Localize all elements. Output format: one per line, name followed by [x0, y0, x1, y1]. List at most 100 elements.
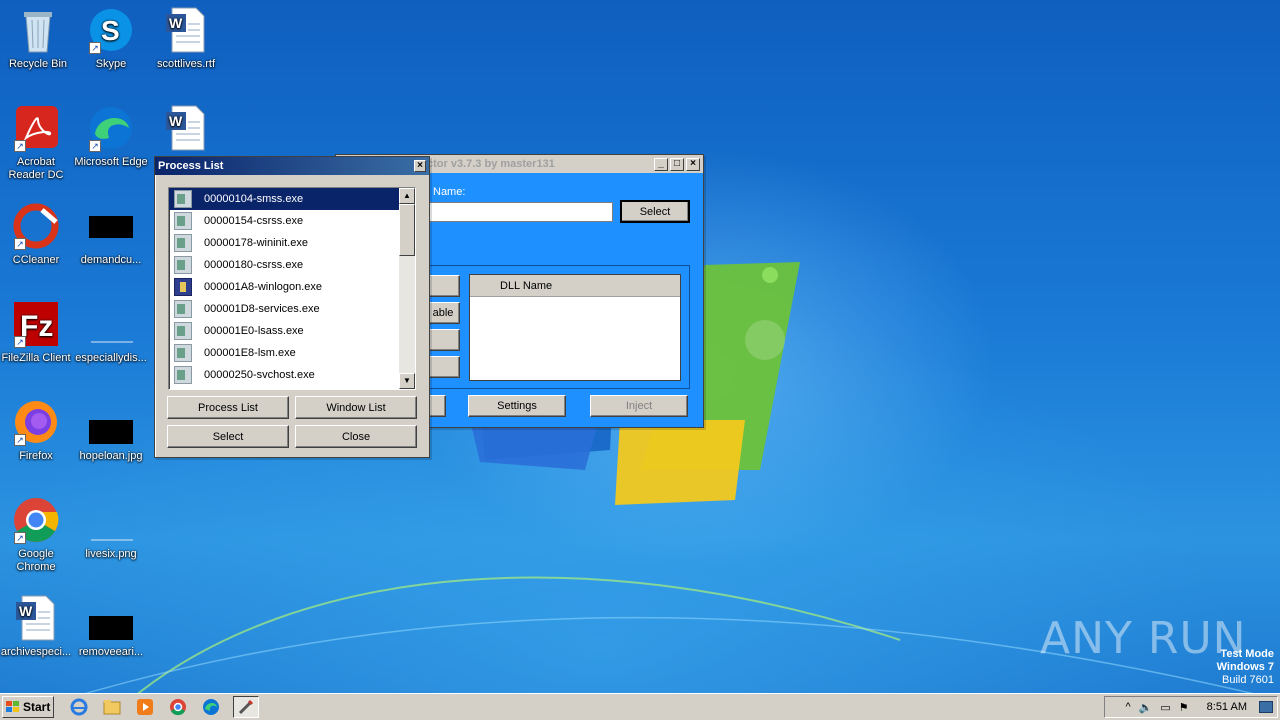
process-list-window: Process List × 00000104-smss.exe 00000154… — [154, 156, 430, 458]
close-button[interactable]: × — [686, 157, 700, 171]
os-info-line: Build 7601 — [1222, 674, 1274, 686]
desktop-icon-skype[interactable]: S ↗ Skype — [73, 6, 149, 71]
desktop-icon-chrome[interactable]: ↗ Google Chrome — [0, 496, 74, 574]
edge-taskbar-icon[interactable] — [200, 696, 222, 718]
desktop-icon-ccleaner[interactable]: ↗ CCleaner — [0, 202, 74, 267]
close-icon[interactable]: × — [414, 160, 426, 172]
window-list-button[interactable]: Window List — [295, 396, 417, 419]
desktop-icon-recycle-bin[interactable]: Recycle Bin — [0, 6, 76, 71]
chrome-icon: ↗ — [12, 496, 60, 544]
dll-name-column-header[interactable]: DLL Name — [470, 275, 680, 297]
injector-taskbar-icon[interactable] — [233, 696, 259, 718]
process-row[interactable]: 000001E8-lsm.exe — [169, 342, 415, 364]
show-desktop-icon[interactable] — [1259, 701, 1273, 713]
skype-icon: S ↗ — [87, 6, 135, 54]
process-name: 00000178-wininit.exe — [204, 237, 308, 249]
blank-file-icon — [87, 496, 135, 544]
process-row[interactable]: 00000250-svchost.exe — [169, 364, 415, 386]
desktop-icon-demandcu[interactable]: demandcu... — [73, 202, 149, 267]
process-icon — [174, 322, 192, 340]
process-listbox[interactable]: 00000104-smss.exe 00000154-csrss.exe 00000… — [168, 187, 416, 390]
settings-button[interactable]: Settings — [468, 395, 566, 417]
partial-button[interactable]: able — [426, 302, 460, 324]
scroll-thumb[interactable] — [399, 204, 415, 256]
select-button[interactable]: Select — [167, 425, 289, 448]
minimize-button[interactable]: _ — [654, 157, 668, 171]
desktop-icon-filezilla[interactable]: Fz ↗ FileZilla Client — [0, 300, 74, 365]
os-info-line: Test Mode — [1220, 648, 1274, 660]
internet-explorer-icon[interactable] — [68, 696, 90, 718]
process-row[interactable]: 000001A8-winlogon.exe — [169, 276, 415, 298]
desktop-icon-label: archivespeci... — [0, 646, 72, 658]
partial-button-label: able — [432, 307, 454, 319]
svg-text:W: W — [169, 113, 183, 129]
process-row[interactable]: 00000180-csrss.exe — [169, 254, 415, 276]
desktop-icon-hopeloan[interactable]: hopeloan.jpg — [73, 398, 149, 463]
process-list-titlebar[interactable]: Process List × — [155, 157, 429, 175]
process-list-scrollbar[interactable]: ▲ ▼ — [399, 188, 415, 389]
process-row[interactable]: 00000104-smss.exe — [169, 188, 415, 210]
action-center-flag-icon[interactable]: ⚑ — [1179, 701, 1189, 714]
process-row[interactable]: 00000178-wininit.exe — [169, 232, 415, 254]
desktop-icon-label: Recycle Bin — [8, 58, 68, 70]
add-dll-button[interactable] — [426, 275, 460, 297]
show-hidden-icons-icon[interactable]: ^ — [1125, 701, 1130, 713]
desktop-icon-especiallydis[interactable]: especiallydis... — [73, 300, 149, 365]
word-document-icon: W — [162, 104, 210, 152]
process-name: 00000154-csrss.exe — [204, 215, 304, 227]
recycle-bin-icon — [14, 6, 62, 54]
file-explorer-icon[interactable] — [101, 696, 123, 718]
desktop-icon-label: livesix.png — [85, 548, 137, 560]
firefox-icon: ↗ — [12, 398, 60, 446]
process-icon — [174, 190, 192, 208]
process-icon — [174, 366, 192, 384]
process-name: 00000250-svchost.exe — [204, 369, 315, 381]
inject-button[interactable]: Inject — [590, 395, 688, 417]
process-list-title: Process List — [158, 160, 224, 172]
process-icon — [174, 212, 192, 230]
network-icon[interactable]: ▭ — [1160, 701, 1170, 714]
windows-logo-icon — [6, 701, 20, 713]
close-button[interactable]: Close — [295, 425, 417, 448]
blank-file-icon — [87, 300, 135, 348]
desktop-icon-label: demandcu... — [80, 254, 142, 266]
anyrun-watermark: ANY RUN — [1040, 613, 1247, 664]
desktop-icon-acrobat[interactable]: ↗ Acrobat Reader DC — [0, 104, 74, 182]
maximize-button[interactable]: □ — [670, 157, 684, 171]
desktop-icon-firefox[interactable]: ↗ Firefox — [0, 398, 74, 463]
desktop-icon-removeeari[interactable]: removeeari... — [73, 594, 149, 659]
process-icon — [174, 300, 192, 318]
scroll-down-icon[interactable]: ▼ — [399, 373, 415, 389]
desktop-icon-label: Google Chrome — [16, 548, 56, 573]
scroll-up-icon[interactable]: ▲ — [399, 188, 415, 204]
chrome-taskbar-icon[interactable] — [167, 696, 189, 718]
black-thumbnail-icon — [87, 398, 135, 446]
system-tray: ^ 🔈 ▭ ⚑ 8:51 AM — [1104, 696, 1278, 718]
media-player-icon[interactable] — [134, 696, 156, 718]
process-row[interactable]: 000001E0-lsass.exe — [169, 320, 415, 342]
process-row[interactable]: 00000154-csrss.exe — [169, 210, 415, 232]
desktop-icon-label: hopeloan.jpg — [79, 450, 143, 462]
process-name: 000001D8-services.exe — [204, 303, 320, 315]
remove-dll-button[interactable] — [426, 329, 460, 351]
desktop-icon-word-doc[interactable]: W — [148, 104, 224, 156]
process-name-label: Name: — [433, 186, 466, 198]
acrobat-icon: ↗ — [12, 104, 60, 152]
desktop-icon-livesix[interactable]: livesix.png — [73, 496, 149, 561]
svg-text:W: W — [19, 603, 33, 619]
desktop-icon-label: Skype — [95, 58, 127, 70]
select-process-button[interactable]: Select — [620, 200, 690, 223]
volume-icon[interactable]: 🔈 — [1139, 701, 1153, 714]
word-document-icon: W — [12, 594, 60, 642]
desktop-icon-edge[interactable]: ↗ Microsoft Edge — [73, 104, 149, 169]
dll-listview[interactable]: DLL Name — [469, 274, 681, 381]
desktop-icon-archivespeci[interactable]: W archivespeci... — [0, 594, 74, 659]
process-list-button[interactable]: Process List — [167, 396, 289, 419]
process-name: 00000180-csrss.exe — [204, 259, 304, 271]
start-button[interactable]: Start — [2, 696, 54, 718]
svg-text:S: S — [101, 15, 120, 46]
clock[interactable]: 8:51 AM — [1207, 701, 1247, 713]
clear-dll-button[interactable] — [426, 356, 460, 378]
process-row[interactable]: 000001D8-services.exe — [169, 298, 415, 320]
desktop-icon-scottlives[interactable]: W scottlives.rtf — [148, 6, 224, 71]
